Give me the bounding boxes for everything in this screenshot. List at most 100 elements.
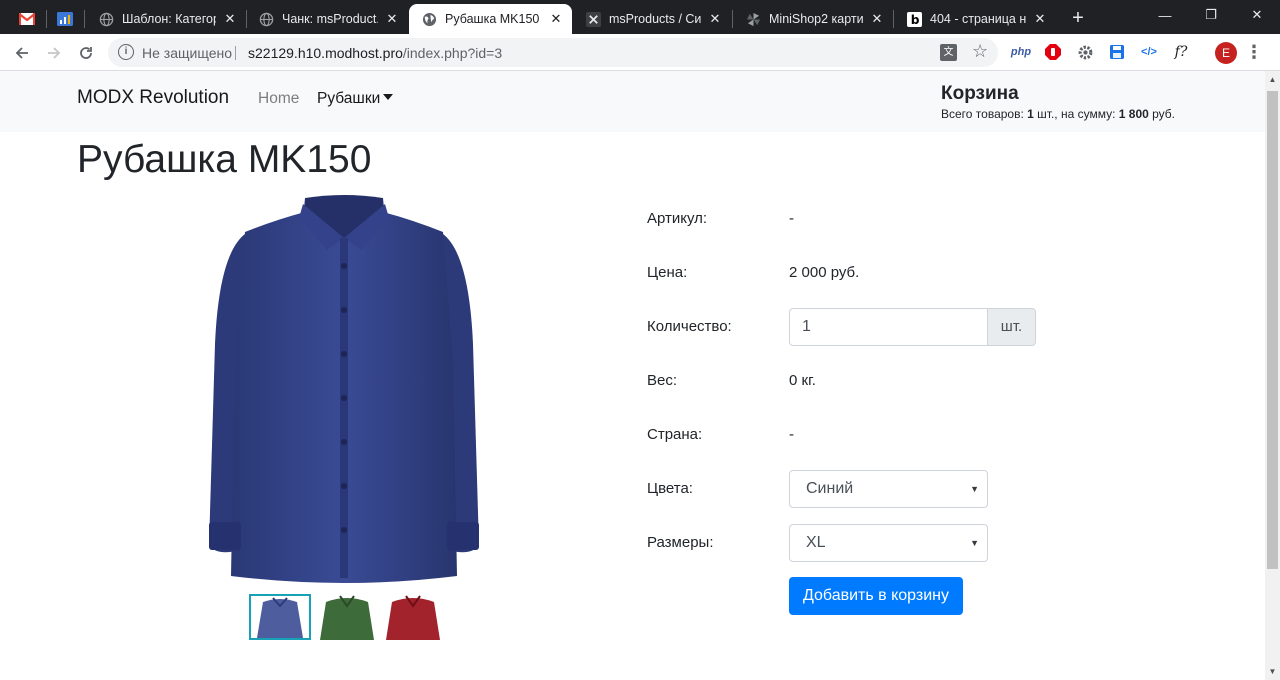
cart-currency: руб. [1148, 107, 1176, 121]
cart-sum: 1 800 [1118, 107, 1149, 121]
add-to-cart-button[interactable]: Добавить в корзину [789, 577, 963, 615]
address-bar[interactable]: i Не защищено s22129.h10.modhost.pro/ind… [108, 38, 998, 67]
profile-avatar[interactable]: E [1215, 42, 1237, 64]
browser-tab-strip: Шаблон: Категори ✕ Чанк: msProduct.c ✕ Р… [0, 0, 1280, 34]
weight-label: Вес: [647, 372, 678, 389]
tab-404[interactable]: b 404 - страница не ✕ [894, 4, 1056, 34]
scroll-down-icon[interactable]: ▼ [1265, 663, 1280, 680]
tab-template-category[interactable]: Шаблон: Категори ✕ [86, 4, 246, 34]
tab-title: Шаблон: Категори [122, 12, 216, 26]
gmail-pinned-tab[interactable] [8, 4, 46, 34]
tab-title: msProducts / Син [609, 12, 701, 26]
minimize-button[interactable]: — [1142, 0, 1188, 30]
globe-icon [98, 11, 114, 27]
cart-summary: Всего товаров: 1 шт., на сумму: 1 800 ру… [941, 107, 1175, 121]
page-title: Рубашка MK150 [77, 138, 372, 181]
tab-title: Рубашка MK150 / [445, 12, 542, 26]
devtools-extension-icon[interactable]: </> [1138, 41, 1160, 63]
close-window-button[interactable]: ✕ [1234, 0, 1280, 30]
bookmark-star-icon[interactable]: ☆ [972, 41, 988, 62]
close-tab-icon[interactable]: ✕ [222, 11, 238, 27]
translate-icon[interactable]: 文 [940, 44, 957, 61]
tab-chunk-msproduct[interactable]: Чанк: msProduct.c ✕ [246, 4, 408, 34]
address-divider [235, 46, 236, 60]
size-select[interactable]: XL ▼ [789, 524, 988, 562]
new-tab-button[interactable]: + [1066, 6, 1090, 30]
analytics-icon [57, 12, 73, 26]
country-value: - [789, 426, 794, 443]
browser-menu-icon[interactable]: ⋮ [1244, 40, 1264, 64]
color-select-value: Синий [806, 480, 854, 497]
gear-extension-icon[interactable] [1074, 41, 1096, 63]
close-tab-icon[interactable]: ✕ [548, 11, 564, 27]
url-text[interactable]: s22129.h10.modhost.pro/index.php?id=3 [248, 45, 502, 61]
quantity-unit: шт. [987, 308, 1036, 346]
quantity-input[interactable]: 1 [789, 308, 988, 346]
tab-title: MiniShop2 картин [769, 12, 863, 26]
thumbnail-green[interactable] [318, 594, 380, 640]
info-icon[interactable]: i [118, 44, 134, 60]
gmail-icon [19, 13, 35, 25]
close-tab-icon[interactable]: ✕ [869, 11, 885, 27]
close-tab-icon[interactable]: ✕ [384, 11, 400, 27]
cart-unit: шт., на сумму: [1033, 107, 1119, 121]
page-viewport: MODX Revolution Home Рубашки Корзина Все… [0, 71, 1265, 680]
x-brand-icon [585, 11, 601, 27]
thumbnail-red[interactable] [384, 594, 446, 640]
tab-title: 404 - страница не [930, 12, 1026, 26]
cart-total-label: Всего товаров: [941, 107, 1028, 121]
color-label: Цвета: [647, 480, 693, 497]
size-select-value: XL [806, 534, 826, 551]
site-brand[interactable]: MODX Revolution [77, 87, 229, 109]
forward-button[interactable] [40, 39, 68, 67]
country-label: Страна: [647, 426, 703, 443]
php-extension-icon[interactable]: php [1010, 41, 1032, 63]
tab-product-active[interactable]: Рубашка MK150 / ✕ [409, 4, 572, 34]
restore-button[interactable]: ❐ [1188, 0, 1234, 30]
security-label: Не защищено [142, 45, 232, 61]
sku-label: Артикул: [647, 210, 708, 227]
close-tab-icon[interactable]: ✕ [1032, 11, 1048, 27]
mini-cart[interactable]: Корзина Всего товаров: 1 шт., на сумму: … [941, 83, 1175, 121]
pinwheel-icon [745, 11, 761, 27]
price-label: Цена: [647, 264, 688, 281]
site-navbar: MODX Revolution Home Рубашки Корзина Все… [0, 71, 1265, 132]
svg-text:b: b [910, 13, 919, 27]
arrow-left-icon [15, 47, 28, 59]
nav-home-link[interactable]: Home [258, 90, 299, 108]
reload-icon [80, 47, 92, 59]
url-host: s22129.h10.modhost.pro [248, 45, 403, 61]
globe-icon [421, 11, 437, 27]
select-arrow-icon: ▼ [970, 484, 979, 494]
color-select[interactable]: Синий ▼ [789, 470, 988, 508]
caret-down-icon [383, 94, 394, 100]
nav-shirts-dropdown[interactable]: Рубашки [317, 90, 394, 108]
weight-value: 0 кг. [789, 372, 816, 389]
cart-count: 1 [1027, 107, 1034, 121]
tab-msproducts[interactable]: msProducts / Син ✕ [573, 4, 731, 34]
save-extension-icon[interactable] [1106, 41, 1128, 63]
quantity-label: Количество: [647, 318, 732, 335]
close-tab-icon[interactable]: ✕ [707, 11, 723, 27]
tab-separator [84, 10, 85, 28]
page-scrollbar[interactable]: ▲ ▼ [1265, 71, 1280, 680]
adblock-extension-icon[interactable] [1042, 41, 1064, 63]
thumbnail-blue[interactable] [249, 594, 311, 640]
scroll-up-icon[interactable]: ▲ [1265, 71, 1280, 88]
arrow-right-icon [48, 47, 61, 59]
tab-title: Чанк: msProduct.c [282, 12, 378, 26]
globe-icon [258, 11, 274, 27]
tab-minishop2[interactable]: MiniShop2 картин ✕ [733, 4, 893, 34]
product-main-image[interactable] [205, 194, 483, 586]
size-label: Размеры: [647, 534, 714, 551]
reload-button[interactable] [72, 39, 100, 67]
f-extension-icon[interactable]: f? [1170, 41, 1192, 63]
url-path: /index.php?id=3 [402, 45, 503, 61]
nav-shirts-label: Рубашки [317, 90, 381, 107]
analytics-pinned-tab[interactable] [46, 4, 84, 34]
scroll-thumb[interactable] [1267, 91, 1278, 569]
back-button[interactable] [8, 39, 36, 67]
b-brand-icon: b [906, 11, 922, 27]
browser-toolbar: i Не защищено s22129.h10.modhost.pro/ind… [0, 34, 1280, 71]
cart-title: Корзина [941, 83, 1019, 104]
